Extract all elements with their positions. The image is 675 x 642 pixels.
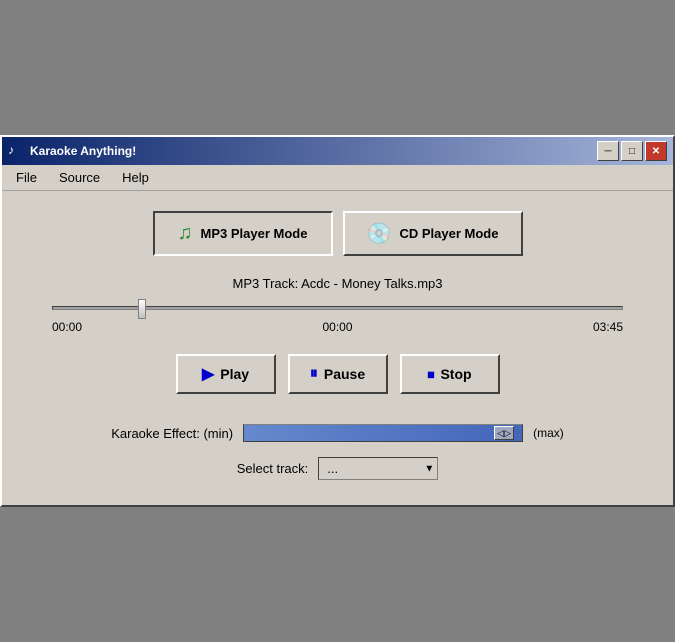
stop-icon: ⏹ — [427, 366, 434, 383]
title-bar: ♪ Karaoke Anything! ─ □ ✕ — [2, 137, 673, 165]
select-wrapper: ... Track 1 Track 2 Track 3 ▼ — [318, 457, 438, 480]
select-track-section: Select track: ... Track 1 Track 2 Track … — [32, 457, 643, 480]
title-bar-left: ♪ Karaoke Anything! — [8, 143, 136, 159]
menu-file[interactable]: File — [10, 168, 43, 187]
mode-buttons: ♫ MP3 Player Mode 💿 CD Player Mode — [32, 211, 643, 256]
main-content: ♫ MP3 Player Mode 💿 CD Player Mode MP3 T… — [2, 191, 673, 505]
menu-source[interactable]: Source — [53, 168, 106, 187]
time-total: 03:45 — [593, 320, 623, 334]
menu-bar: File Source Help — [2, 165, 673, 191]
time-start: 00:00 — [52, 320, 82, 334]
pause-label: Pause — [324, 366, 365, 382]
select-track-label: Select track: — [237, 461, 309, 476]
track-select[interactable]: ... Track 1 Track 2 Track 3 — [318, 457, 438, 480]
app-icon: ♪ — [8, 143, 24, 159]
cd-mode-button[interactable]: 💿 CD Player Mode — [343, 211, 523, 256]
menu-help[interactable]: Help — [116, 168, 155, 187]
track-info: MP3 Track: Acdc - Money Talks.mp3 — [32, 276, 643, 291]
seek-bar-track[interactable] — [52, 306, 623, 310]
play-icon: ▶ — [202, 364, 214, 384]
time-current: 00:00 — [322, 320, 352, 334]
mp3-mode-label: MP3 Player Mode — [201, 226, 308, 241]
karaoke-label: Karaoke Effect: (min) — [111, 426, 233, 441]
stop-button[interactable]: ⏹ Stop — [400, 354, 500, 394]
play-label: Play — [220, 366, 249, 382]
minimize-button[interactable]: ─ — [597, 141, 619, 161]
title-controls: ─ □ ✕ — [597, 141, 667, 161]
play-button[interactable]: ▶ Play — [176, 354, 276, 394]
pause-icon: ⏸ — [310, 365, 318, 383]
karaoke-slider[interactable]: ◁▷ — [243, 424, 523, 442]
seek-bar-thumb[interactable] — [138, 299, 146, 319]
time-labels: 00:00 00:00 03:45 — [52, 320, 623, 334]
cd-icon: 💿 — [367, 221, 392, 246]
music-note-icon: ♫ — [178, 222, 193, 245]
stop-label: Stop — [440, 366, 471, 382]
main-window: ♪ Karaoke Anything! ─ □ ✕ File Source He… — [0, 135, 675, 507]
mp3-mode-button[interactable]: ♫ MP3 Player Mode — [153, 211, 333, 256]
track-label: MP3 Track: Acdc - Money Talks.mp3 — [233, 276, 443, 291]
karaoke-max-label: (max) — [533, 426, 564, 440]
karaoke-slider-thumb[interactable]: ◁▷ — [494, 426, 514, 440]
pause-button[interactable]: ⏸ Pause — [288, 354, 388, 394]
window-title: Karaoke Anything! — [30, 144, 136, 158]
close-button[interactable]: ✕ — [645, 141, 667, 161]
playback-buttons: ▶ Play ⏸ Pause ⏹ Stop — [32, 354, 643, 394]
seek-bar-container — [52, 306, 623, 310]
karaoke-section: Karaoke Effect: (min) ◁▷ (max) — [32, 424, 643, 442]
cd-mode-label: CD Player Mode — [399, 226, 498, 241]
maximize-button[interactable]: □ — [621, 141, 643, 161]
